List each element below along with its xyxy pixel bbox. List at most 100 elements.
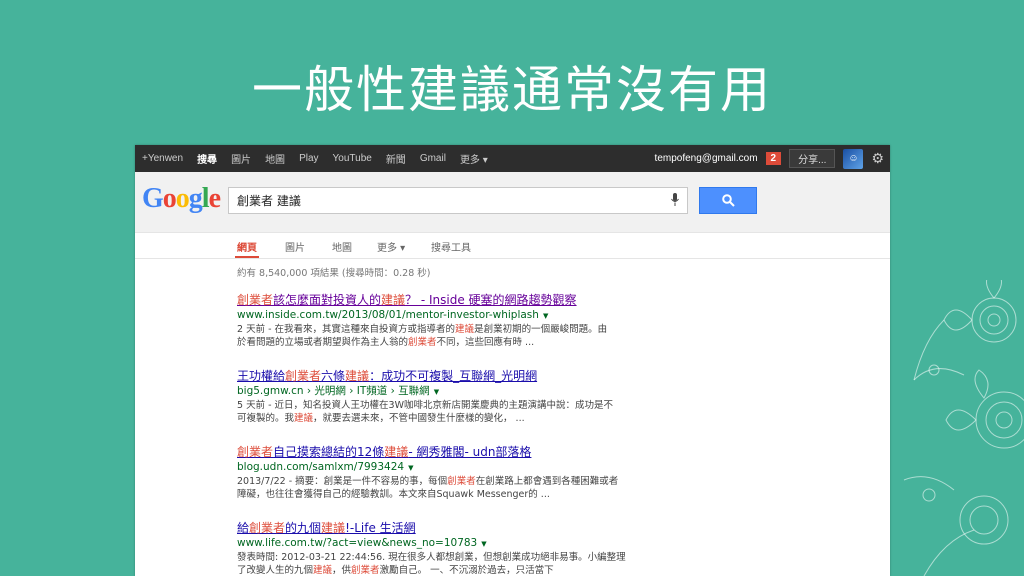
chevron-down-icon[interactable]: ▼ — [434, 388, 439, 396]
google-bar: +Yenwen 搜尋 圖片 地圖 Play YouTube 新聞 Gmail 更… — [135, 145, 890, 172]
result-url: www.life.com.tw/?act=view&news_no=10783 ▼ — [237, 536, 837, 551]
slide-title: 一般性建議通常沒有用 — [252, 61, 772, 119]
gbar-play[interactable]: Play — [292, 153, 325, 164]
snippet-text: 是創業初期的一個嚴峻問題。由 — [474, 324, 608, 335]
tab-web[interactable]: 網頁 — [235, 239, 259, 258]
gbar-news[interactable]: 新聞 — [379, 151, 413, 166]
snippet-text: 發表時間: 2012-03-21 22:44:56. 現在很多人都想創業，但想創… — [237, 552, 626, 563]
screenshot-frame: +Yenwen 搜尋 圖片 地圖 Play YouTube 新聞 Gmail 更… — [135, 145, 890, 576]
result-title[interactable]: 給創業者的九個建議!-Life 生活網 — [237, 521, 837, 536]
floral-decoration — [903, 280, 1024, 576]
gbar-maps[interactable]: 地圖 — [258, 151, 292, 166]
snippet-text: 障礙，也往往會獲得自己的經驗教訓。本文來自Squawk Messenger的 .… — [237, 489, 550, 500]
title-text[interactable]: !-Life 生活網 — [345, 521, 416, 535]
result-url: www.inside.com.tw/2013/08/01/mentor-inve… — [237, 308, 837, 323]
tab-images[interactable]: 圖片 — [285, 239, 305, 254]
title-text[interactable]: 自己摸索總結的12條 — [273, 445, 384, 459]
keyword-highlight[interactable]: 創業者 — [249, 521, 285, 535]
snippet-line: 了改變人生的九個建議，供創業者激勵自己。 一、不沉溺於過去，只活當下 — [237, 564, 837, 576]
keyword-highlight: 創業者 — [351, 565, 380, 576]
result-title[interactable]: 創業者該怎麼面對投資人的建議？ - Inside 硬塞的網路趨勢觀察 — [237, 293, 837, 308]
tab-maps[interactable]: 地圖 — [332, 239, 352, 254]
chevron-down-icon[interactable]: ▼ — [481, 540, 486, 548]
google-logo[interactable]: Google — [142, 183, 221, 215]
search-result: 創業者該怎麼面對投資人的建議？ - Inside 硬塞的網路趨勢觀察 www.i… — [237, 293, 837, 369]
title-text[interactable]: - 網秀雅閣- udn部落格 — [408, 445, 531, 459]
snippet-line: 2013/7/22 - 摘要：創業是一件不容易的事，每個創業者在創業路上都會遇到… — [237, 475, 837, 488]
result-title[interactable]: 創業者自己摸索總結的12條建議- 網秀雅閣- udn部落格 — [237, 445, 837, 460]
title-text[interactable]: 的九個 — [285, 521, 321, 535]
keyword-highlight[interactable]: 建議 — [321, 521, 345, 535]
result-url-text: www.life.com.tw/?act=view&news_no=10783 — [237, 537, 478, 549]
title-text[interactable]: 六條 — [321, 369, 345, 383]
keyword-highlight[interactable]: 創業者 — [285, 369, 321, 383]
search-icon — [721, 194, 735, 207]
result-url-text: www.inside.com.tw/2013/08/01/mentor-inve… — [237, 309, 539, 321]
snippet-text: 2013/7/22 - 摘要：創業是一件不容易的事，每個 — [237, 476, 448, 487]
result-title[interactable]: 王功權給創業者六條建議：成功不可複製_互聯網_光明網 — [237, 369, 837, 384]
result-snippet: 2 天前 - 在我看來，其實這種來自投資方或指導者的建議是創業初期的一個嚴峻問題… — [237, 323, 837, 349]
search-tabs: 網頁 圖片 地圖 更多 ▾ 搜尋工具 — [135, 233, 890, 259]
snippet-text: 激勵自己。 一、不沉溺於過去，只活當下 — [379, 565, 554, 576]
keyword-highlight[interactable]: 創業者 — [237, 293, 273, 307]
result-snippet: 5 天前 - 近日，知名投資人王功權在3W咖啡北京新店開業慶典的主題演講中說：成… — [237, 399, 837, 425]
snippet-text: 5 天前 - 近日，知名投資人王功權在3W咖啡北京新店開業慶典的主題演講中說：成… — [237, 400, 613, 411]
microphone-icon[interactable] — [671, 193, 679, 206]
search-result: 創業者自己摸索總結的12條建議- 網秀雅閣- udn部落格 blog.udn.c… — [237, 445, 837, 521]
chevron-down-icon[interactable]: ▼ — [543, 312, 548, 320]
tab-more[interactable]: 更多 ▾ — [377, 239, 405, 254]
gbar-gmail[interactable]: Gmail — [413, 153, 453, 164]
snippet-line: 障礙，也往往會獲得自己的經驗教訓。本文來自Squawk Messenger的 .… — [237, 488, 837, 501]
gbar-images[interactable]: 圖片 — [224, 151, 258, 166]
snippet-line: 可複製的。我建議，就要去選未來，不管中國發生什麼樣的變化， ... — [237, 412, 837, 425]
snippet-line: 發表時間: 2012-03-21 22:44:56. 現在很多人都想創業，但想創… — [237, 551, 837, 564]
gbar-user[interactable]: +Yenwen — [135, 153, 190, 164]
snippet-line: 5 天前 - 近日，知名投資人王功權在3W咖啡北京新店開業慶典的主題演講中說：成… — [237, 399, 837, 412]
gbar-youtube[interactable]: YouTube — [326, 153, 379, 164]
tab-search-tools[interactable]: 搜尋工具 — [431, 239, 471, 254]
chevron-down-icon[interactable]: ▼ — [408, 464, 413, 472]
result-stats: 約有 8,540,000 項結果 (搜尋時間：0.28 秒) — [237, 268, 431, 279]
result-snippet: 發表時間: 2012-03-21 22:44:56. 現在很多人都想創業，但想創… — [237, 551, 837, 576]
snippet-line: 2 天前 - 在我看來，其實這種來自投資方或指導者的建議是創業初期的一個嚴峻問題… — [237, 323, 837, 336]
snippet-text: ，就要去選未來，不管中國發生什麼樣的變化， ... — [313, 413, 525, 424]
title-text[interactable]: ：成功不可複製_互聯網_光明網 — [369, 369, 537, 383]
snippet-text: ，供 — [332, 565, 352, 576]
search-result: 給創業者的九個建議!-Life 生活網 www.life.com.tw/?act… — [237, 521, 837, 576]
gbar-search[interactable]: 搜尋 — [190, 151, 224, 166]
keyword-highlight: 創業者 — [408, 337, 437, 348]
result-url: blog.udn.com/samlxm/7993424 ▼ — [237, 460, 837, 475]
snippet-text: 可複製的。我 — [237, 413, 295, 424]
notification-badge[interactable]: 2 — [765, 152, 782, 165]
snippet-text: 了改變人生的九個 — [237, 565, 314, 576]
gbar-more[interactable]: 更多 ▾ — [453, 151, 495, 166]
keyword-highlight[interactable]: 建議 — [384, 445, 408, 459]
snippet-text: 2 天前 - 在我看來，其實這種來自投資方或指導者的 — [237, 324, 456, 335]
avatar[interactable]: ☺ — [843, 148, 864, 169]
account-email[interactable]: tempofeng@gmail.com — [655, 153, 766, 164]
title-text[interactable]: 給 — [237, 521, 249, 535]
search-button[interactable] — [699, 187, 757, 214]
search-input[interactable] — [229, 188, 665, 213]
keyword-highlight[interactable]: 建議 — [345, 369, 369, 383]
result-url-text: big5.gmw.cn › 光明網 › IT頻道 › 互聯網 — [237, 385, 430, 397]
results-list: 創業者該怎麼面對投資人的建議？ - Inside 硬塞的網路趨勢觀察 www.i… — [237, 293, 837, 576]
gear-icon[interactable]: ⚙ — [871, 150, 884, 167]
title-text[interactable]: 該怎麼面對投資人的 — [273, 293, 381, 307]
title-text[interactable]: ？ - Inside 硬塞的網路趨勢觀察 — [405, 293, 577, 307]
search-box[interactable] — [228, 187, 688, 214]
result-url-text: blog.udn.com/samlxm/7993424 — [237, 461, 405, 473]
title-text[interactable]: 王功權給 — [237, 369, 285, 383]
keyword-highlight[interactable]: 創業者 — [237, 445, 273, 459]
keyword-highlight: 建議 — [313, 565, 333, 576]
result-snippet: 2013/7/22 - 摘要：創業是一件不容易的事，每個創業者在創業路上都會遇到… — [237, 475, 837, 501]
keyword-highlight: 創業者 — [447, 476, 476, 487]
keyword-highlight: 建議 — [455, 324, 475, 335]
share-button[interactable]: 分享... — [789, 149, 836, 168]
search-header: Google — [135, 172, 890, 233]
keyword-highlight[interactable]: 建議 — [381, 293, 405, 307]
snippet-text: 在創業路上都會遇到各種困難或者 — [475, 476, 619, 487]
search-result: 王功權給創業者六條建議：成功不可複製_互聯網_光明網 big5.gmw.cn ›… — [237, 369, 837, 445]
snippet-text: 於看問題的立場或者期望與作為主人翁的 — [237, 337, 409, 348]
snippet-line: 於看問題的立場或者期望與作為主人翁的創業者不同，這些回應有時 ... — [237, 336, 837, 349]
